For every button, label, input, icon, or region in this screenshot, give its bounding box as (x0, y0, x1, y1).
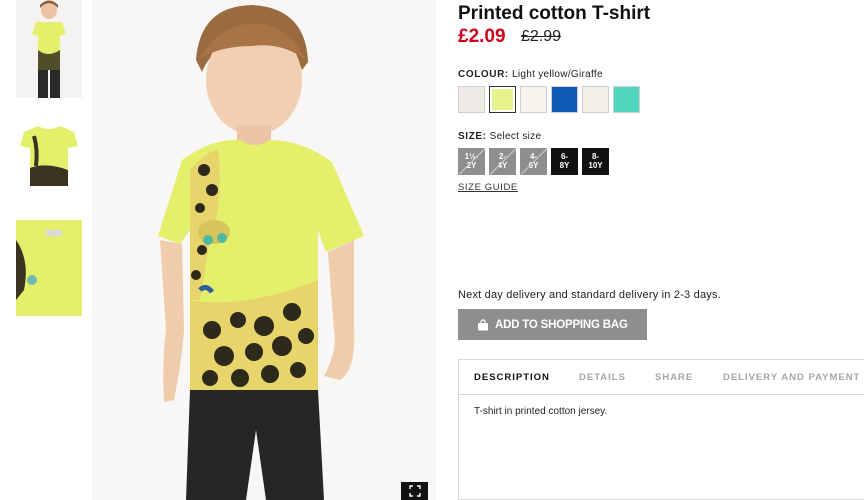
size-option-2-4y[interactable]: 2- 4Y (489, 148, 516, 175)
colour-swatch-off-white[interactable] (520, 86, 547, 113)
description-text: T-shirt in printed cotton jersey. (474, 406, 608, 417)
size-option-bottom: 2Y (466, 161, 477, 170)
delivery-info: Next day delivery and standard delivery … (458, 289, 721, 301)
product-price: £2.09 (458, 26, 506, 47)
add-to-bag-label: ADD TO SHOPPING BAG (495, 318, 628, 331)
colour-swatch-light-grey[interactable] (458, 86, 485, 113)
product-photo (92, 0, 436, 500)
size-option-bottom: 8Y (559, 161, 570, 170)
size-option-1-2y[interactable]: 1½- 2Y (458, 148, 485, 175)
thumbnail-detail-image (16, 220, 82, 316)
add-to-bag-button[interactable]: ADD TO SHOPPING BAG (458, 309, 647, 340)
shopping-bag-icon (478, 318, 488, 330)
size-label-row: SIZE: Select size (458, 131, 541, 142)
tab-bar: DESCRIPTION DETAILS SHARE DELIVERY AND P… (459, 360, 864, 395)
colour-swatch-light-yellow[interactable] (489, 86, 516, 113)
fullscreen-icon (408, 485, 421, 497)
tab-delivery-and-payment[interactable]: DELIVERY AND PAYMENT (723, 372, 860, 383)
size-option-top: 2- (498, 152, 507, 161)
product-old-price: £2.99 (521, 28, 562, 45)
size-option-8-10y[interactable]: 8- 10Y (582, 148, 609, 175)
main-product-image (92, 0, 436, 500)
size-option-6-8y[interactable]: 6- 8Y (551, 148, 578, 175)
thumbnail-flat-front-image (16, 120, 82, 198)
size-prompt: Select size (489, 131, 542, 142)
tab-description[interactable]: DESCRIPTION (474, 372, 550, 383)
thumbnail-model[interactable] (16, 0, 82, 98)
size-label: SIZE: (458, 131, 487, 142)
size-option-bottom: 6Y (528, 161, 539, 170)
colour-label-row: COLOUR: Light yellow/Giraffe (458, 69, 603, 80)
size-option-bottom: 10Y (588, 161, 603, 170)
product-tabs: DESCRIPTION DETAILS SHARE DELIVERY AND P… (458, 359, 864, 500)
colour-swatch-natural-white[interactable] (582, 86, 609, 113)
colour-swatch-turquoise[interactable] (613, 86, 640, 113)
size-option-top: 1½- (464, 152, 479, 161)
colour-label: COLOUR: (458, 69, 509, 80)
size-option-top: 4- (529, 152, 538, 161)
fullscreen-button[interactable] (401, 482, 428, 500)
tab-details[interactable]: DETAILS (579, 372, 626, 383)
colour-swatch-blue[interactable] (551, 86, 578, 113)
tab-share[interactable]: SHARE (655, 372, 693, 383)
selected-colour: Light yellow/Giraffe (511, 69, 603, 80)
size-option-top: 6- (560, 152, 569, 161)
size-option-top: 8- (591, 152, 600, 161)
size-option-4-6y[interactable]: 4- 6Y (520, 148, 547, 175)
product-title: Printed cotton T-shirt (458, 3, 651, 24)
size-option-bottom: 4Y (497, 161, 508, 170)
thumbnail-strip (0, 0, 92, 500)
thumbnail-detail[interactable] (16, 220, 82, 316)
size-guide-link[interactable]: SIZE GUIDE (458, 182, 518, 193)
thumbnail-flat-front[interactable] (16, 120, 82, 198)
product-info-panel: Printed cotton T-shirt £2.09 £2.99 COLOU… (458, 0, 864, 500)
thumbnail-model-image (16, 0, 82, 98)
